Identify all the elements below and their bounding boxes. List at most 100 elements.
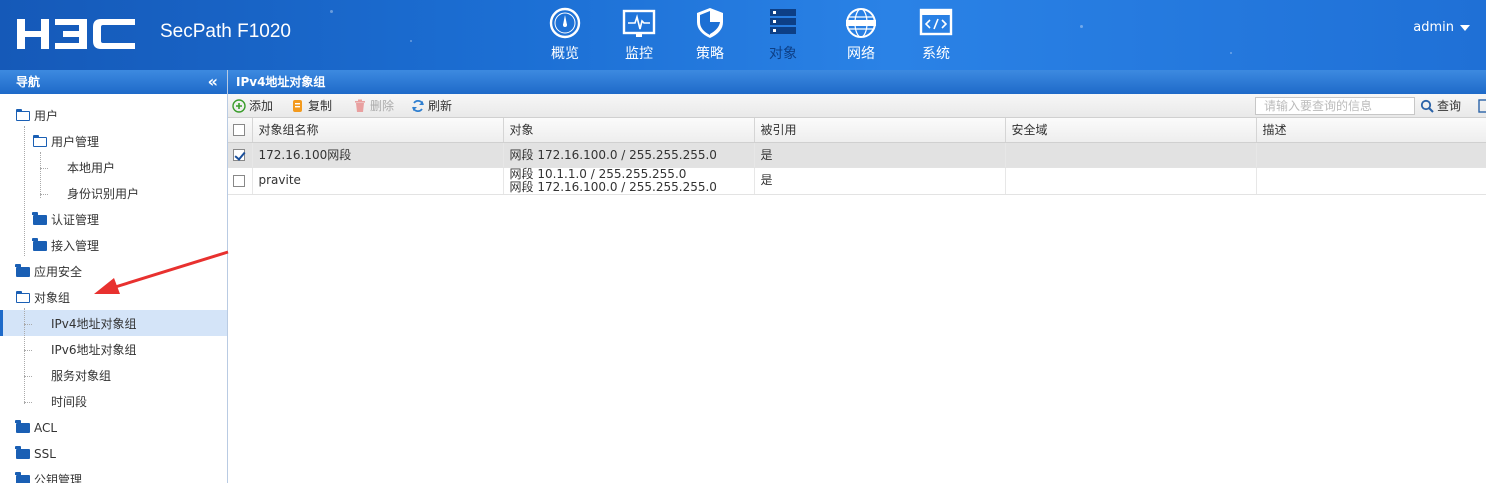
sidebar-item-service-object-group[interactable]: 服务对象组 — [51, 363, 111, 389]
cell-referenced: 是 — [754, 167, 1006, 195]
cell-name: pravite — [252, 167, 504, 195]
nav-overview-label: 概览 — [551, 46, 579, 62]
add-icon — [232, 99, 246, 113]
search-input[interactable] — [1255, 97, 1415, 115]
shield-icon — [697, 8, 723, 38]
sidebar-item-label: 对象组 — [34, 291, 71, 305]
table-row[interactable]: 172.16.100网段 网段 172.16.100.0 / 255.255.2… — [228, 142, 1486, 168]
sidebar-item-time-range[interactable]: 时间段 — [51, 389, 87, 415]
sidebar-header: 导航 « — [0, 70, 227, 94]
folder-icon — [15, 446, 30, 459]
nav-object[interactable]: 对象 — [748, 6, 818, 66]
sidebar-item-ssl[interactable]: SSL — [15, 441, 56, 467]
cell-zone — [1005, 142, 1257, 168]
internet-globe-icon — [846, 8, 876, 38]
nav-network[interactable]: 网络 — [826, 6, 896, 66]
sidebar-item-label: IPv6地址对象组 — [51, 343, 137, 357]
sidebar-item-label: IPv4地址对象组 — [51, 317, 137, 331]
folder-icon — [32, 212, 47, 225]
row-select-cell[interactable] — [228, 167, 253, 195]
nav-system[interactable]: 系统 — [901, 6, 971, 66]
add-button[interactable]: 添加 — [232, 97, 273, 115]
sidebar-item-pki[interactable]: 公钥管理 — [15, 467, 82, 483]
row-checkbox[interactable] — [233, 174, 245, 187]
sidebar-item-access-management[interactable]: 接入管理 — [32, 233, 99, 259]
nav-monitor[interactable]: 监控 — [604, 6, 674, 66]
refresh-button[interactable]: 刷新 — [411, 97, 452, 115]
folder-open-icon — [33, 135, 47, 147]
search-icon — [1420, 99, 1434, 113]
column-header[interactable]: 描述 — [1256, 118, 1486, 143]
sidebar-item-ipv4-object-group[interactable]: IPv4地址对象组 — [51, 311, 137, 337]
sidebar-item-label: SSL — [34, 447, 56, 461]
product-name: SecPath F1020 — [160, 21, 291, 42]
column-header[interactable]: 安全域 — [1005, 118, 1257, 143]
sidebar-item-label: 应用安全 — [34, 265, 83, 279]
dashboard-icon — [549, 7, 581, 39]
collapse-sidebar-button[interactable]: « — [208, 70, 218, 94]
folder-icon — [32, 238, 47, 251]
sidebar-item-user-management[interactable]: 用户管理 — [33, 129, 99, 155]
h3c-logo[interactable] — [17, 14, 137, 54]
folder-icon — [15, 264, 30, 277]
nav-network-label: 网络 — [847, 46, 875, 62]
object-entry: 网段 10.1.1.0 / 255.255.255.0 — [509, 166, 687, 181]
tree-guide — [24, 126, 25, 256]
main-panel: IPv4地址对象组 添加 复制 删除 刷新 查询 对象组名称 对象 — [228, 70, 1486, 483]
nav-overview[interactable]: 概览 — [530, 6, 600, 66]
select-all-header[interactable] — [228, 118, 253, 143]
cell-objects: 网段 172.16.100.0 / 255.255.255.0 — [503, 142, 755, 168]
server-stack-icon — [770, 9, 796, 34]
sidebar-item-user[interactable]: 用户 — [16, 103, 58, 129]
chevron-down-icon — [1460, 24, 1470, 31]
object-group-table: 对象组名称 对象 被引用 安全域 描述 172.16.100网段 网段 172.… — [228, 118, 1486, 195]
decor-sparkle — [330, 10, 333, 13]
sidebar-item-acl[interactable]: ACL — [15, 415, 57, 441]
cell-referenced: 是 — [754, 142, 1006, 168]
decor-sparkle — [1080, 25, 1083, 28]
sidebar-item-identity-user[interactable]: 身份识别用户 — [67, 181, 139, 207]
delete-button[interactable]: 删除 — [353, 97, 394, 115]
table-header-row: 对象组名称 对象 被引用 安全域 描述 — [228, 118, 1486, 143]
user-menu[interactable]: admin — [1413, 20, 1470, 35]
refresh-label: 刷新 — [428, 99, 453, 113]
column-header[interactable]: 对象 — [503, 118, 755, 143]
tree-guide — [40, 152, 41, 198]
user-name: admin — [1413, 20, 1454, 35]
export-button[interactable] — [1478, 97, 1486, 115]
add-label: 添加 — [249, 99, 274, 113]
sidebar-item-object-group[interactable]: 对象组 — [16, 285, 70, 311]
nav-monitor-label: 监控 — [625, 46, 653, 62]
select-all-checkbox[interactable] — [233, 124, 245, 137]
sidebar-title: 导航 — [16, 75, 41, 89]
sidebar: 导航 « 用户 用户管理 本地用户 身份识别用户 认证管理 接入管理 应用安全 … — [0, 70, 228, 483]
code-window-icon — [919, 8, 953, 36]
sidebar-item-local-user[interactable]: 本地用户 — [67, 155, 115, 181]
cell-objects: 网段 10.1.1.0 / 255.255.255.0 网段 172.16.10… — [503, 166, 755, 195]
cell-desc — [1256, 167, 1486, 195]
sidebar-item-label: 本地用户 — [67, 161, 116, 175]
column-header[interactable]: 被引用 — [754, 118, 1006, 143]
cell-desc — [1256, 142, 1486, 168]
column-header[interactable]: 对象组名称 — [252, 118, 504, 143]
cell-zone — [1005, 167, 1257, 195]
copy-label: 复制 — [308, 99, 333, 113]
tree-guide — [40, 194, 48, 195]
copy-icon — [293, 100, 302, 112]
row-checkbox[interactable] — [233, 149, 245, 161]
search-button[interactable]: 查询 — [1420, 97, 1461, 115]
copy-button[interactable]: 复制 — [291, 97, 332, 115]
sidebar-item-auth-management[interactable]: 认证管理 — [32, 207, 99, 233]
row-select-cell[interactable] — [228, 142, 253, 168]
toolbar: 添加 复制 删除 刷新 查询 — [228, 94, 1486, 118]
object-entry: 网段 172.16.100.0 / 255.255.255.0 — [509, 179, 717, 194]
tree-guide — [24, 324, 32, 325]
trash-icon — [355, 99, 365, 112]
tree-guide — [40, 168, 48, 169]
sidebar-item-app-security[interactable]: 应用安全 — [15, 259, 83, 285]
table-row[interactable]: pravite 网段 10.1.1.0 / 255.255.255.0 网段 1… — [228, 166, 1486, 195]
folder-icon — [15, 420, 30, 433]
sidebar-item-ipv6-object-group[interactable]: IPv6地址对象组 — [51, 337, 137, 363]
nav-policy[interactable]: 策略 — [675, 6, 745, 66]
tree-guide — [24, 402, 32, 403]
